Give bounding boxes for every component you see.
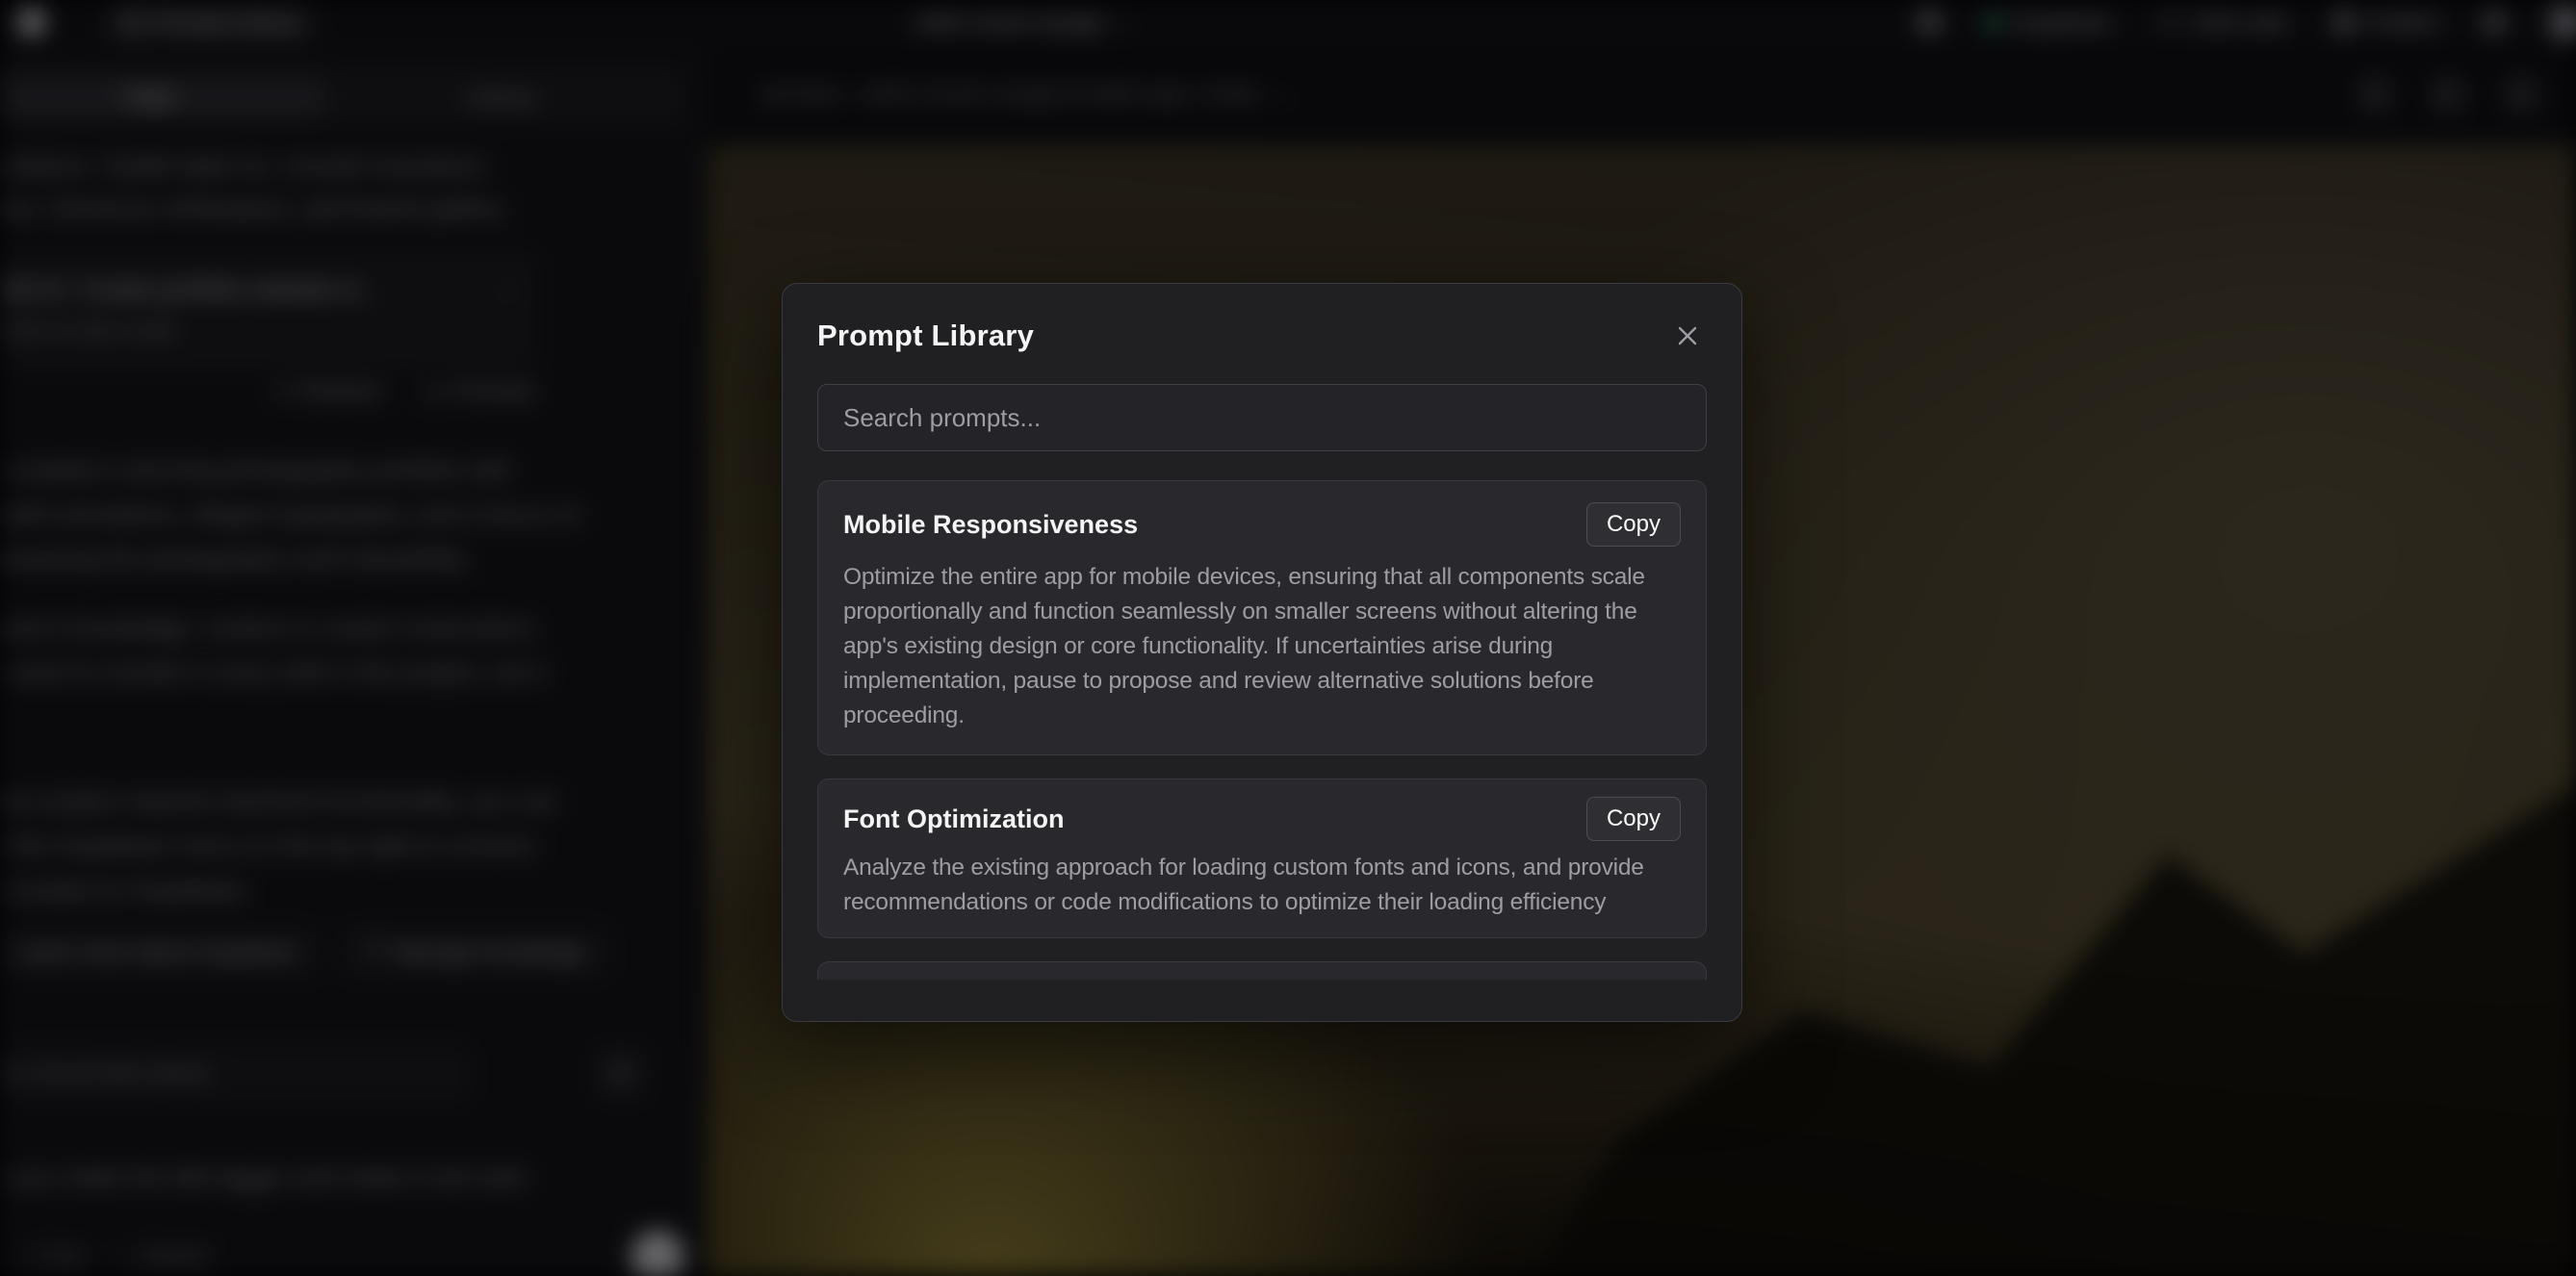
prompt-description: Optimize the entire app for mobile devic… bbox=[843, 560, 1681, 733]
prompt-card-header: Mobile Responsiveness Copy bbox=[843, 502, 1681, 547]
search-input[interactable] bbox=[817, 384, 1707, 451]
prompt-library-modal: Prompt Library Mobile Responsiveness Cop… bbox=[782, 283, 1742, 1022]
prompt-card-partial bbox=[817, 961, 1707, 980]
search-container bbox=[817, 384, 1707, 451]
prompt-list: Mobile Responsiveness Copy Optimize the … bbox=[817, 480, 1707, 980]
prompt-title: Font Optimization bbox=[843, 804, 1064, 834]
copy-button[interactable]: Copy bbox=[1586, 502, 1681, 547]
prompt-card-font-optimization: Font Optimization Copy Analyze the exist… bbox=[817, 778, 1707, 938]
prompt-card-mobile-responsiveness: Mobile Responsiveness Copy Optimize the … bbox=[817, 480, 1707, 755]
close-icon bbox=[1675, 323, 1700, 348]
prompt-description: Analyze the existing approach for loadin… bbox=[843, 851, 1681, 920]
modal-header: Prompt Library bbox=[783, 284, 1741, 355]
prompt-title: Mobile Responsiveness bbox=[843, 510, 1138, 540]
modal-title: Prompt Library bbox=[817, 319, 1034, 353]
copy-button[interactable]: Copy bbox=[1586, 797, 1681, 841]
prompt-card-header: Font Optimization Copy bbox=[843, 797, 1681, 841]
close-button[interactable] bbox=[1668, 317, 1707, 355]
